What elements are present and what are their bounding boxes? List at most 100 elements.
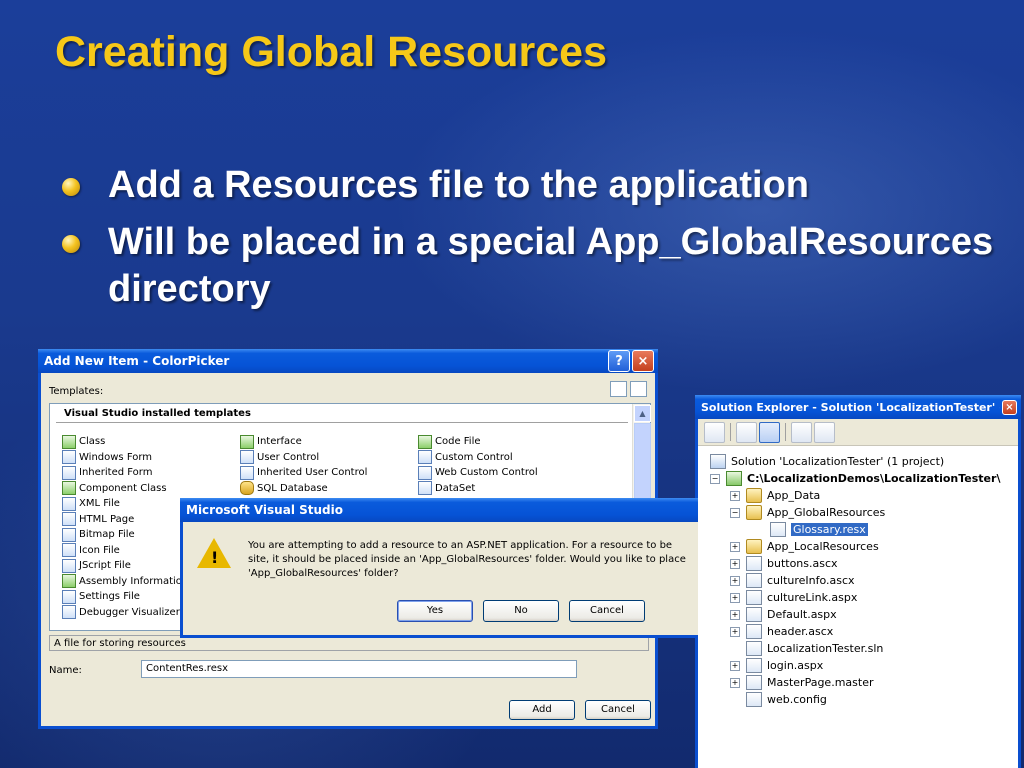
tree-item[interactable]: Glossary.resx xyxy=(754,521,868,538)
properties-icon[interactable] xyxy=(704,421,725,443)
proj-icon xyxy=(726,471,742,486)
slide-title: Creating Global Resources xyxy=(55,28,607,76)
expander-icon[interactable]: − xyxy=(710,473,720,484)
user-control-icon xyxy=(240,465,254,480)
tree-item-label: C:\LocalizationDemos\LocalizationTester\ xyxy=(747,472,1001,485)
template-item[interactable]: Inherited Form xyxy=(62,465,197,481)
tree-solution-node[interactable]: Solution 'LocalizationTester' (1 project… xyxy=(710,453,944,470)
expander-icon[interactable]: + xyxy=(730,660,740,671)
bitmap-icon xyxy=(62,527,76,542)
tree-item[interactable]: + cultureInfo.ascx xyxy=(730,572,855,589)
small-icons-view-icon[interactable] xyxy=(630,381,647,397)
template-item[interactable]: Interface xyxy=(240,434,367,450)
file-icon xyxy=(746,607,762,622)
expander-icon[interactable]: + xyxy=(730,609,740,620)
scroll-up-icon[interactable]: ▲ xyxy=(634,405,651,422)
bullet-list: Add a Resources file to the application … xyxy=(60,162,1000,323)
solution-explorer-title-bar[interactable]: Solution Explorer - Solution 'Localizati… xyxy=(695,395,1021,419)
asp-config-icon[interactable] xyxy=(814,421,835,443)
view-toggle xyxy=(610,381,647,397)
template-item[interactable]: Settings File xyxy=(62,589,197,605)
expander-icon[interactable]: + xyxy=(730,541,740,552)
expander-icon[interactable]: − xyxy=(730,507,740,518)
tree-item[interactable]: + header.ascx xyxy=(730,623,833,640)
template-item[interactable]: HTML Page xyxy=(62,512,197,528)
cancel-button[interactable]: Cancel xyxy=(569,600,645,622)
tree-item[interactable]: + Default.aspx xyxy=(730,606,837,623)
templates-label: Templates: xyxy=(49,386,104,397)
show-all-files-icon[interactable] xyxy=(759,421,780,443)
web-control-icon xyxy=(418,465,432,480)
cancel-button[interactable]: Cancel xyxy=(585,700,651,720)
expander-icon[interactable]: + xyxy=(730,575,740,586)
template-item[interactable]: Windows Form xyxy=(62,450,197,466)
toolbar-separator xyxy=(730,423,731,441)
large-icons-view-icon[interactable] xyxy=(610,381,627,397)
tree-item[interactable]: + App_LocalResources xyxy=(730,538,879,555)
template-item[interactable]: User Control xyxy=(240,450,367,466)
copy-website-icon[interactable] xyxy=(791,421,812,443)
file-icon xyxy=(746,641,762,656)
template-item[interactable]: JScript File xyxy=(62,558,197,574)
template-column-2: Interface User Control Inherited User Co… xyxy=(240,434,367,496)
tree-item-label: login.aspx xyxy=(767,659,824,672)
message-line: site, it should be placed inside an 'App… xyxy=(248,554,686,565)
template-item[interactable]: XML File xyxy=(62,496,197,512)
close-icon[interactable]: × xyxy=(632,350,654,372)
template-item[interactable]: Component Class xyxy=(62,481,197,497)
tree-item[interactable]: + login.aspx xyxy=(730,657,823,674)
message-box-title-bar[interactable]: Microsoft Visual Studio xyxy=(180,498,698,522)
tree-item[interactable]: + cultureLink.aspx xyxy=(730,589,857,606)
bullet-item: Add a Resources file to the application xyxy=(60,162,1000,209)
tree-item[interactable]: + MasterPage.master xyxy=(730,674,873,691)
file-icon xyxy=(746,624,762,639)
template-item[interactable]: Assembly Information F xyxy=(62,574,197,590)
close-icon[interactable]: × xyxy=(1002,399,1017,415)
template-item[interactable]: Class xyxy=(62,434,197,450)
expander-icon[interactable]: + xyxy=(730,626,740,637)
expander-icon[interactable]: + xyxy=(730,592,740,603)
template-item[interactable]: Custom Control xyxy=(418,450,538,466)
yes-button[interactable]: Yes xyxy=(397,600,473,622)
tree-item[interactable]: − App_GlobalResources xyxy=(730,504,885,521)
expander-icon[interactable]: + xyxy=(730,490,740,501)
form-icon xyxy=(62,450,76,465)
name-input[interactable]: ContentRes.resx xyxy=(141,660,577,678)
custom-control-icon xyxy=(418,450,432,465)
template-column-1: Class Windows Form Inherited Form Compon… xyxy=(62,434,197,620)
tree-item-label: MasterPage.master xyxy=(767,676,874,689)
refresh-icon[interactable] xyxy=(736,421,757,443)
form-icon xyxy=(62,465,76,480)
database-icon xyxy=(240,481,254,496)
template-item[interactable]: SQL Database xyxy=(240,481,367,497)
add-button[interactable]: Add xyxy=(509,700,575,720)
template-item[interactable]: Inherited User Control xyxy=(240,465,367,481)
expander-icon[interactable]: + xyxy=(730,677,740,688)
folder-icon xyxy=(746,505,762,520)
tree-project-node[interactable]: − C:\LocalizationDemos\LocalizationTester… xyxy=(710,470,1000,487)
divider xyxy=(56,422,628,423)
message-box-body: ! You are attempting to add a resource t… xyxy=(183,522,698,635)
template-item[interactable]: DataSet xyxy=(418,481,538,497)
template-item[interactable]: Debugger Visualizer xyxy=(62,605,197,621)
tree-item-label: Glossary.resx xyxy=(791,523,868,536)
template-item[interactable]: Code File xyxy=(418,434,538,450)
tree-item[interactable]: + App_Data xyxy=(730,487,820,504)
tree-item[interactable]: LocalizationTester.sln xyxy=(730,640,883,657)
tree-item-label: Default.aspx xyxy=(767,608,837,621)
tree-item-label: buttons.ascx xyxy=(767,557,838,570)
template-item[interactable]: Icon File xyxy=(62,543,197,559)
template-item[interactable]: Web Custom Control xyxy=(418,465,538,481)
tree-item[interactable]: web.config xyxy=(730,691,827,708)
tree-item-label: header.ascx xyxy=(767,625,834,638)
template-item[interactable]: Bitmap File xyxy=(62,527,197,543)
dialog-title-bar[interactable]: Add New Item - ColorPicker ? × xyxy=(38,349,658,373)
dataset-icon xyxy=(418,481,432,496)
expander-icon[interactable]: + xyxy=(730,558,740,569)
no-button[interactable]: No xyxy=(483,600,559,622)
tree-item[interactable]: + buttons.ascx xyxy=(730,555,838,572)
message-line: You are attempting to add a resource to … xyxy=(248,540,673,551)
help-icon[interactable]: ? xyxy=(608,350,630,372)
class-icon xyxy=(62,434,76,449)
interface-icon xyxy=(240,434,254,449)
